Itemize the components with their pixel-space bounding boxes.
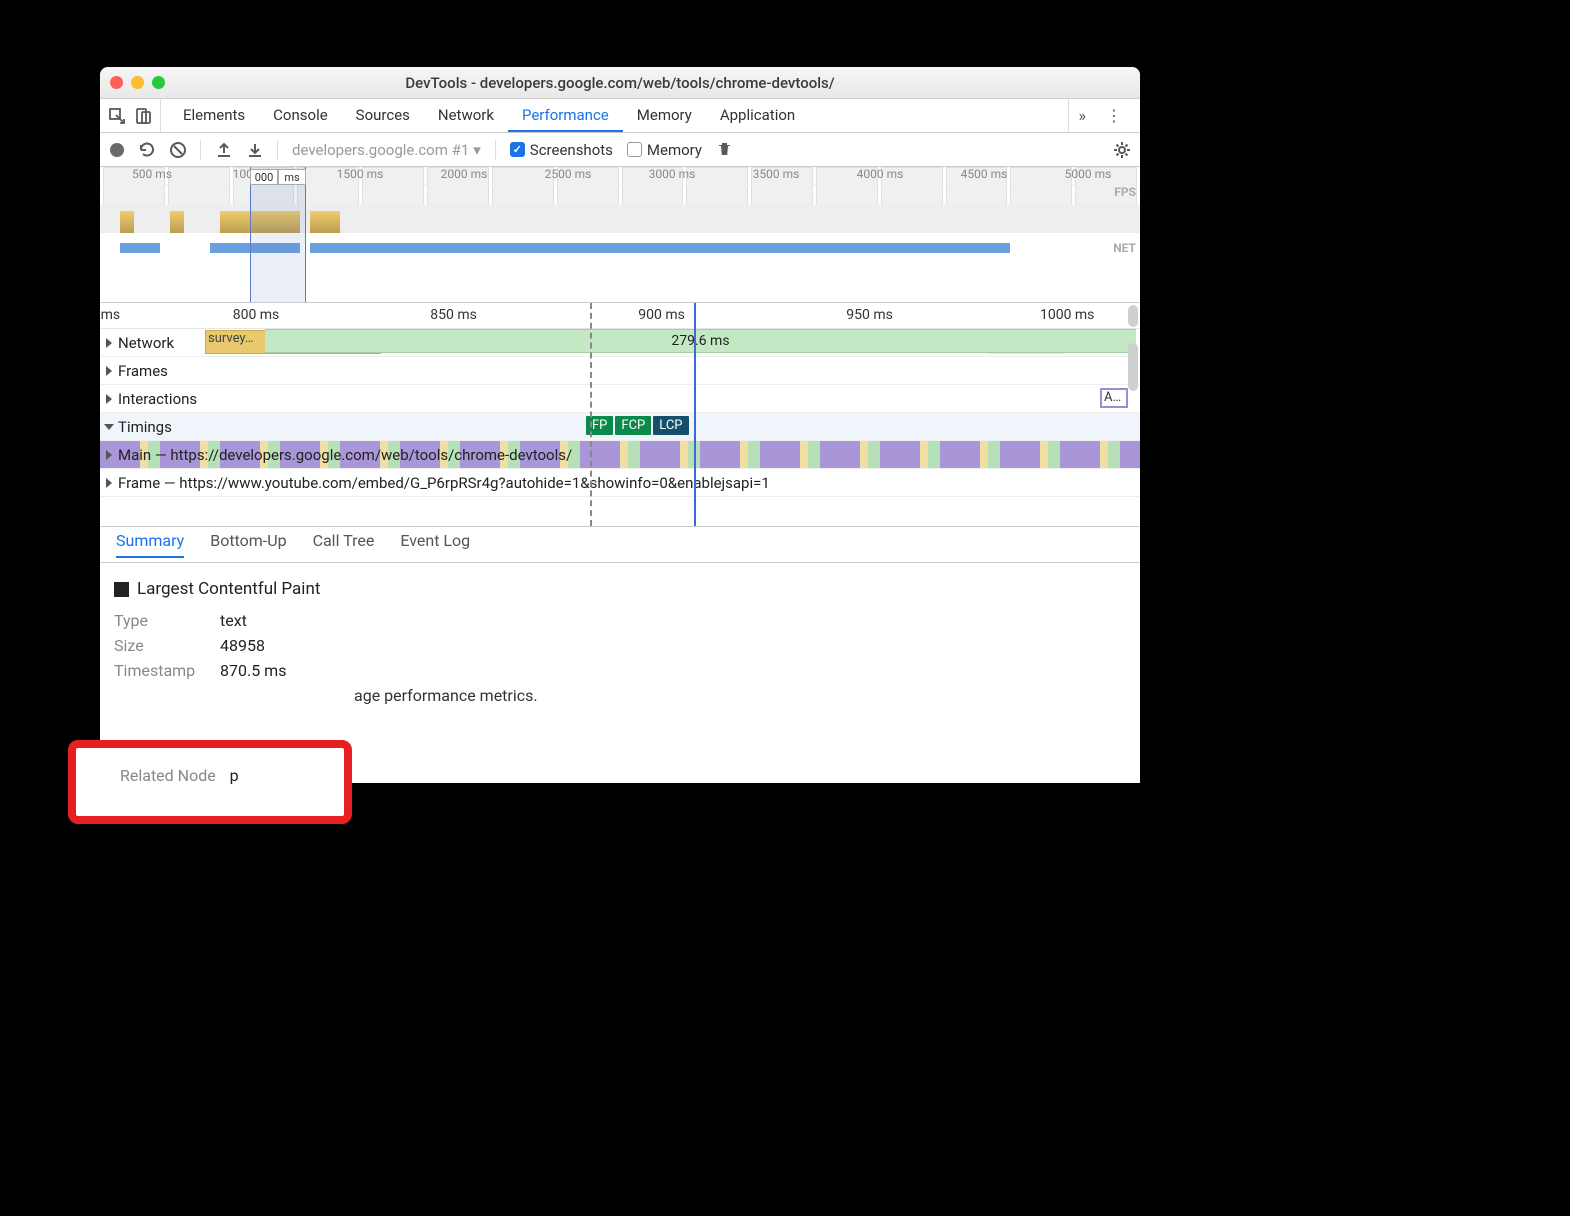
- detail-ruler: ms 800 ms 850 ms 900 ms 950 ms 1000 ms: [100, 303, 1140, 329]
- tab-console[interactable]: Console: [259, 99, 342, 132]
- separator: [495, 140, 496, 160]
- tab-call-tree[interactable]: Call Tree: [313, 531, 375, 558]
- inspect-element-icon[interactable]: [108, 107, 126, 125]
- tick: 3000 ms: [620, 167, 724, 184]
- overview-pane[interactable]: 500 ms 1000 ms 1500 ms 2000 ms 2500 ms 3…: [100, 167, 1140, 303]
- tick: 1000 ms: [1040, 307, 1094, 323]
- label-related-node: Related Node: [120, 766, 216, 785]
- tick: ms: [101, 307, 121, 323]
- tick: 950 ms: [846, 307, 893, 323]
- tick: 5000 ms: [1036, 167, 1140, 184]
- tabs-overflow[interactable]: »: [1068, 99, 1097, 132]
- frame-bar[interactable]: 279.6 ms: [265, 329, 1136, 353]
- dashed-guide: [590, 303, 592, 526]
- trash-icon[interactable]: [716, 141, 733, 158]
- recording-selector[interactable]: developers.google.com #1 ▾: [292, 141, 481, 159]
- selection-handle-right[interactable]: ms: [278, 169, 306, 185]
- separator: [277, 140, 278, 160]
- device-toggle-icon[interactable]: [134, 107, 152, 125]
- tick: 2500 ms: [516, 167, 620, 184]
- tab-sources[interactable]: Sources: [342, 99, 424, 132]
- lcp-marker[interactable]: LCP: [653, 416, 688, 435]
- traffic-lights: [100, 76, 165, 89]
- window-title: DevTools - developers.google.com/web/too…: [100, 74, 1140, 92]
- tab-memory[interactable]: Memory: [623, 99, 706, 132]
- value-timestamp: 870.5 ms: [220, 661, 286, 680]
- row-main[interactable]: Main — https://developers.google.com/web…: [100, 441, 1140, 469]
- tick: 2000 ms: [412, 167, 516, 184]
- highlight-annotation: Related Node p: [68, 740, 352, 824]
- titlebar: DevTools - developers.google.com/web/too…: [100, 67, 1140, 99]
- minimize-button[interactable]: [131, 76, 144, 89]
- overview-selection[interactable]: 000 ms: [250, 167, 306, 302]
- tab-elements[interactable]: Elements: [169, 99, 259, 132]
- tick: 4000 ms: [828, 167, 932, 184]
- inspect-tools: [108, 99, 161, 132]
- tab-bottom-up[interactable]: Bottom-Up: [210, 531, 286, 558]
- record-button[interactable]: [110, 143, 124, 157]
- color-swatch: [114, 582, 129, 597]
- label-timestamp: Timestamp: [114, 661, 210, 680]
- maximize-button[interactable]: [152, 76, 165, 89]
- tick: 500 ms: [100, 167, 204, 184]
- playhead[interactable]: [694, 303, 696, 526]
- tab-performance[interactable]: Performance: [508, 99, 623, 132]
- screenshots-checkbox[interactable]: Screenshots: [510, 141, 613, 159]
- devtools-tabs: Elements Console Sources Network Perform…: [100, 99, 1140, 133]
- value-type: text: [220, 611, 247, 630]
- devtools-window: DevTools - developers.google.com/web/too…: [100, 67, 1140, 783]
- summary-title: Largest Contentful Paint: [114, 579, 1126, 599]
- settings-menu[interactable]: ⋮: [1096, 99, 1132, 132]
- tab-event-log[interactable]: Event Log: [400, 531, 470, 558]
- scrollbar[interactable]: [1128, 303, 1138, 526]
- tab-network[interactable]: Network: [424, 99, 508, 132]
- row-timings[interactable]: Timings FP FCP LCP: [100, 413, 1140, 441]
- row-frames[interactable]: Frames: [100, 357, 1140, 385]
- value-size: 48958: [220, 636, 265, 655]
- tick: 800 ms: [233, 307, 280, 323]
- selection-handle-left[interactable]: 000: [250, 169, 278, 185]
- reload-icon[interactable]: [138, 141, 155, 158]
- fcp-marker[interactable]: FCP: [615, 416, 651, 435]
- row-interactions[interactable]: Interactions A…: [100, 385, 1140, 413]
- row-frame[interactable]: Frame — https://www.youtube.com/embed/G_…: [100, 469, 1140, 497]
- details-tabs: Summary Bottom-Up Call Tree Event Log: [100, 527, 1140, 563]
- close-button[interactable]: [110, 76, 123, 89]
- tick: 3500 ms: [724, 167, 828, 184]
- tab-application[interactable]: Application: [706, 99, 809, 132]
- tick: 1500 ms: [308, 167, 412, 184]
- flame-chart[interactable]: ms 800 ms 850 ms 900 ms 950 ms 1000 ms N…: [100, 303, 1140, 527]
- value-related-node[interactable]: p: [230, 766, 239, 785]
- tab-summary[interactable]: Summary: [116, 531, 184, 558]
- tick: 850 ms: [430, 307, 477, 323]
- gear-icon[interactable]: [1113, 141, 1130, 158]
- perf-toolbar: developers.google.com #1 ▾ Screenshots M…: [100, 133, 1140, 167]
- separator: [200, 140, 201, 160]
- label-size: Size: [114, 636, 210, 655]
- interaction-chip[interactable]: A…: [1100, 388, 1128, 408]
- tick: 900 ms: [638, 307, 685, 323]
- label-type: Type: [114, 611, 210, 630]
- clear-icon[interactable]: [169, 141, 186, 158]
- upload-icon[interactable]: [215, 141, 232, 158]
- tick: 4500 ms: [932, 167, 1036, 184]
- download-icon[interactable]: [246, 141, 263, 158]
- memory-checkbox[interactable]: Memory: [627, 141, 702, 159]
- summary-description: age performance metrics.: [114, 686, 1126, 705]
